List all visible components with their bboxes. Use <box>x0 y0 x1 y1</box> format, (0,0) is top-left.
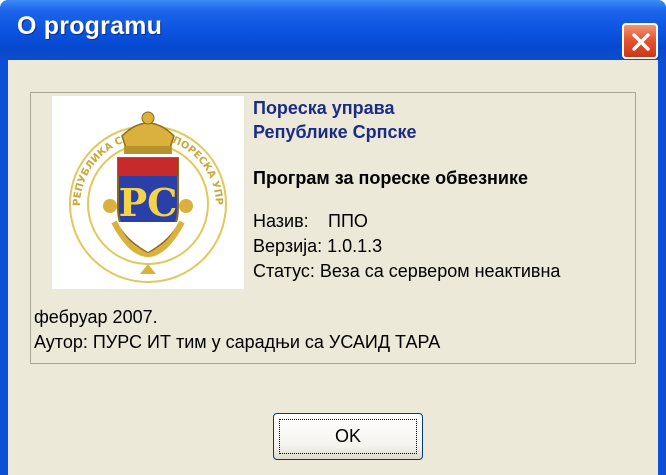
ok-button-label: OK <box>334 426 361 446</box>
about-dialog: O programu РЕПУБЛИКА СРПСКА · ПОРЕСКА УП… <box>0 0 666 475</box>
org-name-line2: Републике Српске <box>253 122 417 142</box>
dialog-content: РЕПУБЛИКА СРПСКА · ПОРЕСКА УПРАВА PC Пор… <box>8 60 658 475</box>
title-bar[interactable]: O programu <box>0 0 666 60</box>
author-text: Аутор: ПУРС ИТ тим у сарадњи са УСАИД ТА… <box>34 332 441 352</box>
seal-monogram: PC <box>119 180 178 225</box>
org-name-line1: Пореска управа <box>253 98 395 118</box>
ok-button[interactable]: OK <box>273 413 423 460</box>
release-date: фебруар 2007. <box>34 307 158 327</box>
version-text: Верзија: 1.0.1.3 <box>253 236 383 256</box>
ok-focus-rect: OK <box>279 419 417 454</box>
close-icon <box>632 33 650 51</box>
republic-seal-logo: РЕПУБЛИКА СРПСКА · ПОРЕСКА УПРАВА PC <box>48 88 244 289</box>
status-text: Статус: Веза са сервером неактивна <box>253 261 561 281</box>
program-title: Програм за пореске обвезнике <box>253 168 528 188</box>
name-label: Назив: <box>253 211 309 231</box>
close-button[interactable] <box>622 23 658 59</box>
name-value: ППО <box>328 211 368 231</box>
window-title: O programu <box>17 12 163 40</box>
